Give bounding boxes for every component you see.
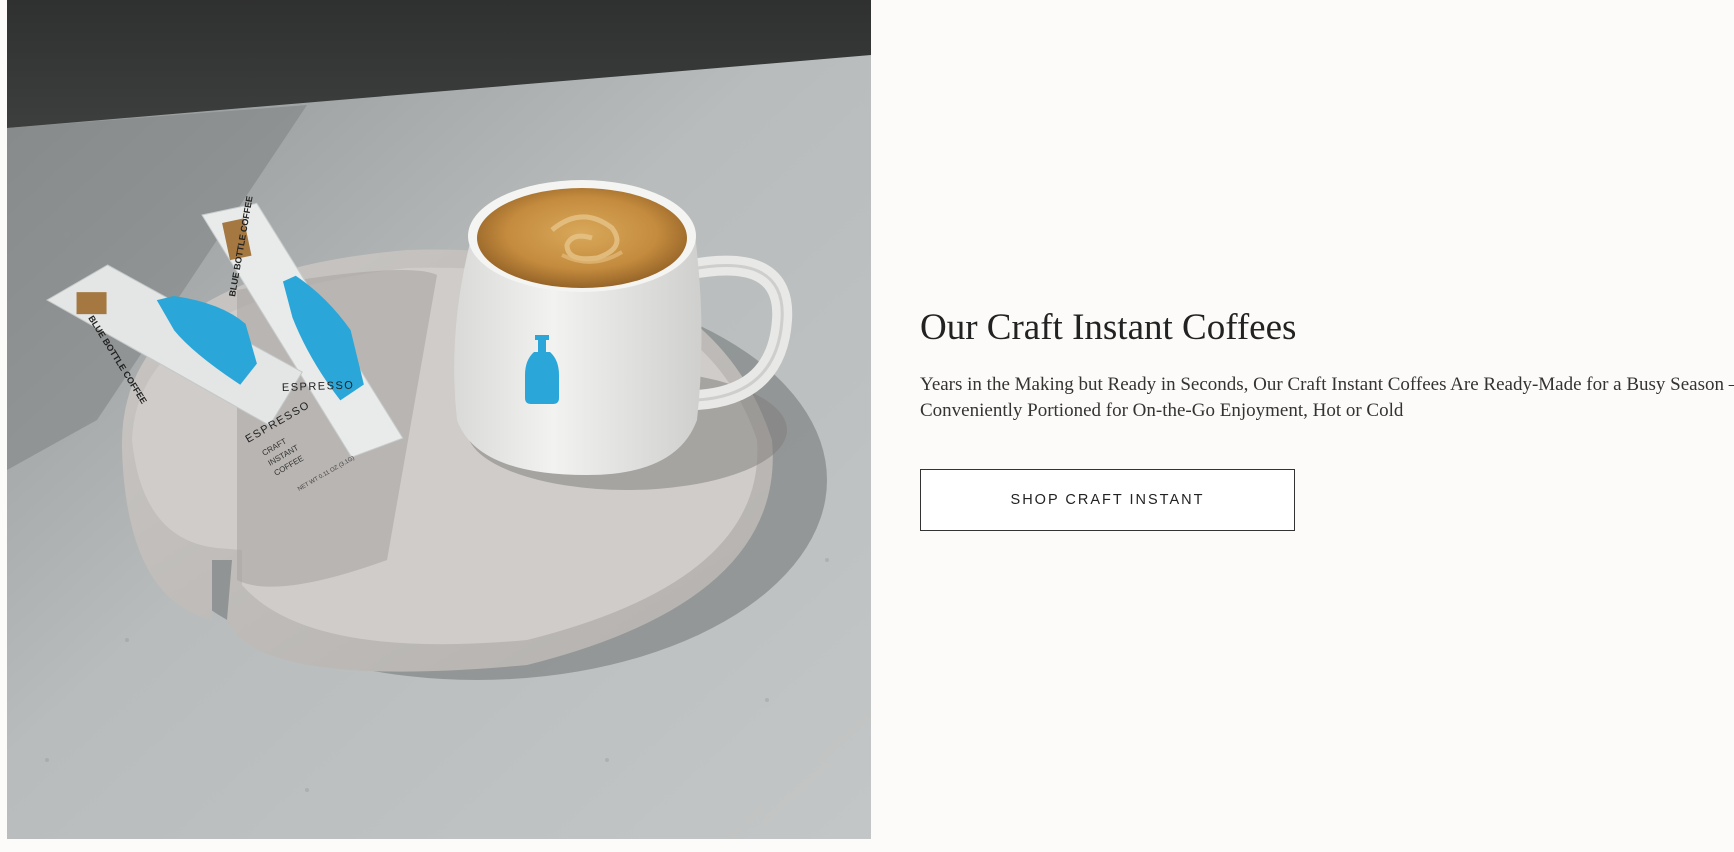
- section-description: Years in the Making but Ready in Seconds…: [920, 374, 1734, 421]
- coffee-photo: BLUE BOTTLE COFFEE BLUE BOTTLE COFFEE ES…: [7, 0, 871, 839]
- page: BLUE BOTTLE COFFEE BLUE BOTTLE COFFEE ES…: [0, 0, 1734, 852]
- hero-image: BLUE BOTTLE COFFEE BLUE BOTTLE COFFEE ES…: [7, 0, 871, 839]
- content-block: Our Craft Instant Coffees Years in the M…: [920, 306, 1734, 424]
- section-heading: Our Craft Instant Coffees: [920, 307, 1297, 348]
- packet-product-label-2: ESPRESSO: [282, 379, 355, 394]
- shop-craft-instant-label: SHOP CRAFT INSTANT: [1010, 492, 1205, 508]
- shop-craft-instant-button[interactable]: SHOP CRAFT INSTANT: [920, 469, 1295, 531]
